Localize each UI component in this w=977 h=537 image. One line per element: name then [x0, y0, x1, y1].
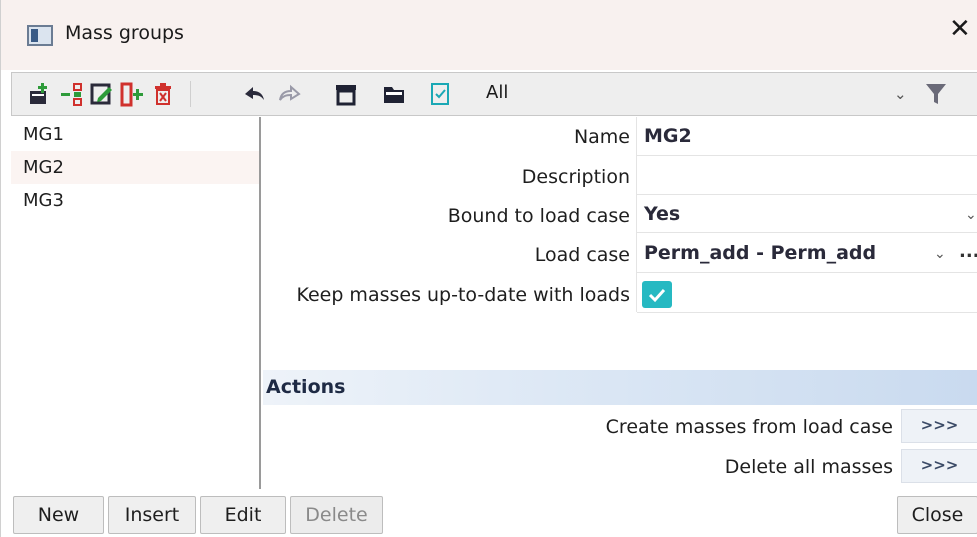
new-item-icon[interactable]: [28, 81, 52, 107]
delete-all-masses-label: Delete all masses: [724, 456, 893, 478]
mass-group-list: MG1 MG2 MG3: [11, 117, 261, 489]
bound-to-load-case-label: Bound to load case: [447, 205, 630, 227]
insert-item-icon[interactable]: [60, 81, 84, 107]
redo-icon[interactable]: [278, 81, 302, 107]
row-divider: [637, 155, 977, 156]
toolbar: All ⌄: [11, 72, 977, 116]
actions-title: Actions: [266, 376, 346, 398]
chevron-down-icon[interactable]: ⌄: [965, 207, 977, 223]
undo-icon[interactable]: [242, 81, 266, 107]
mass-groups-window: Mass groups ✕ All ⌄ MG1 MG2 MG3 Name MG2…: [0, 0, 977, 537]
title-bar: Mass groups ✕: [1, 0, 977, 70]
row-divider: [637, 232, 977, 233]
archive-icon[interactable]: [334, 81, 358, 107]
open-folder-icon[interactable]: [382, 81, 406, 107]
delete-all-masses-button[interactable]: >>>: [901, 449, 977, 483]
insert-button[interactable]: Insert: [108, 496, 196, 534]
delete-item-icon[interactable]: [152, 81, 176, 107]
insert-column-icon[interactable]: [120, 81, 144, 107]
name-value[interactable]: MG2: [644, 125, 692, 147]
keep-masses-label: Keep masses up-to-date with loads: [296, 284, 630, 306]
list-item[interactable]: MG3: [11, 184, 259, 217]
checklist-icon[interactable]: [428, 81, 452, 107]
description-label: Description: [521, 166, 630, 188]
load-case-browse-button[interactable]: ...: [959, 241, 977, 262]
row-divider: [637, 312, 977, 313]
property-grid-divider: [636, 117, 637, 312]
create-masses-label: Create masses from load case: [605, 416, 893, 438]
chevron-down-icon[interactable]: ⌄: [934, 246, 946, 262]
keep-masses-checkbox[interactable]: [642, 281, 672, 308]
create-masses-button[interactable]: >>>: [901, 409, 977, 443]
edit-item-icon[interactable]: [90, 81, 114, 107]
name-label: Name: [573, 126, 630, 148]
close-icon[interactable]: ✕: [949, 16, 971, 42]
edit-button[interactable]: Edit: [200, 496, 286, 534]
delete-button[interactable]: Delete: [290, 496, 383, 534]
chevron-down-icon[interactable]: ⌄: [894, 85, 907, 103]
toolbar-separator: [190, 81, 191, 107]
window-app-icon: [27, 25, 53, 46]
filter-funnel-icon[interactable]: [925, 82, 947, 106]
row-divider: [637, 272, 977, 273]
load-case-select[interactable]: Perm_add - Perm_add: [644, 242, 876, 264]
window-title: Mass groups: [65, 22, 184, 44]
filter-select[interactable]: All: [486, 82, 508, 103]
list-item-selected[interactable]: MG2: [11, 151, 259, 184]
bound-to-load-case-select[interactable]: Yes: [644, 203, 680, 225]
close-button[interactable]: Close: [897, 496, 977, 534]
list-item[interactable]: MG1: [11, 118, 259, 151]
load-case-label: Load case: [534, 244, 630, 266]
actions-section-header: Actions: [263, 370, 977, 405]
row-divider: [637, 194, 977, 195]
new-button[interactable]: New: [13, 496, 104, 534]
